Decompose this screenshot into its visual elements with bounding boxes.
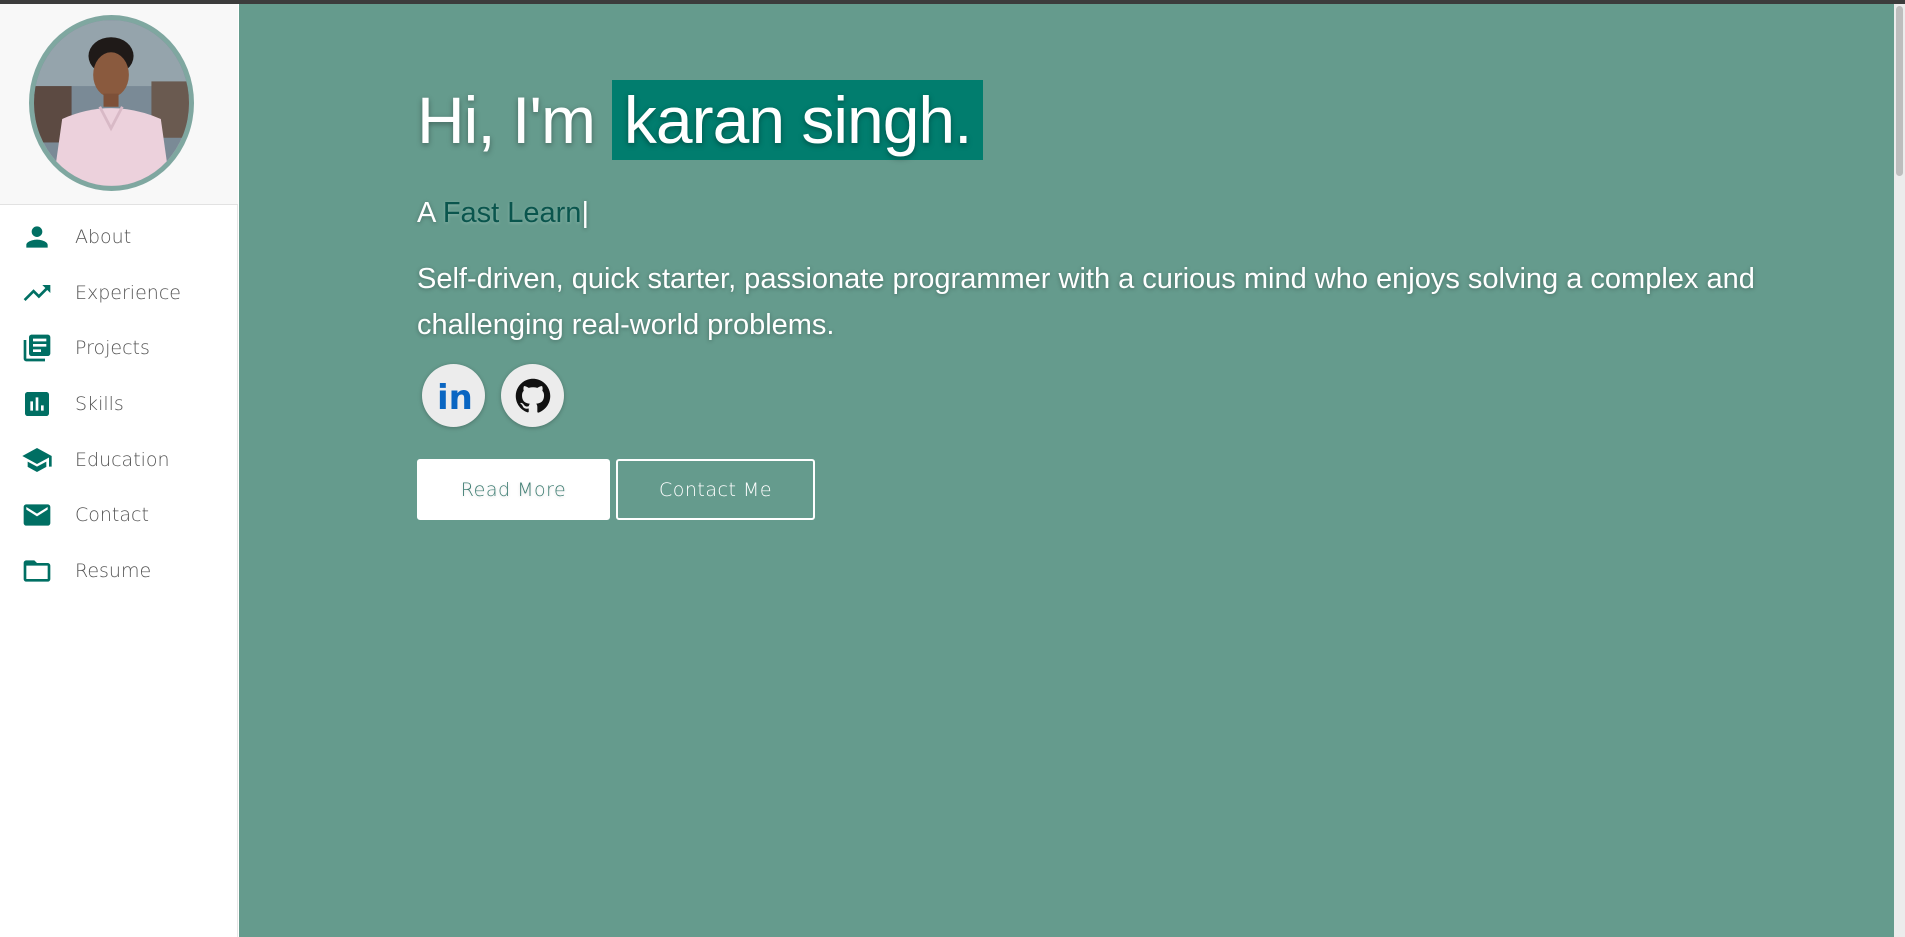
sidebar-nav: About Experience Projects Skills Educati… [0,209,237,599]
social-links: in [422,364,564,427]
tagline-prefix: A [417,197,435,229]
profile-photo [34,20,189,186]
hero-description: Self-driven, quick starter, passionate p… [417,263,1755,341]
window-top-border [0,0,1905,4]
person-icon [20,222,54,252]
hero-name: karan singh. [611,80,984,160]
avatar [29,15,194,191]
profile-header [0,4,238,205]
sidebar-item-experience[interactable]: Experience [0,265,237,321]
sidebar-item-label: Resume [75,559,152,582]
linkedin-icon: in [434,379,474,413]
hero-greeting: Hi, I'm [417,83,596,157]
scrollbar-thumb[interactable] [1896,6,1903,176]
sidebar-item-projects[interactable]: Projects [0,320,237,376]
github-button[interactable] [501,364,564,427]
sidebar-item-education[interactable]: Education [0,432,237,488]
sidebar-item-label: Contact [75,504,149,527]
sidebar-item-label: Skills [75,392,124,415]
sidebar: About Experience Projects Skills Educati… [0,4,238,937]
hero-tagline: A Fast Learn| [417,197,589,230]
school-icon [20,445,54,475]
sidebar-item-resume[interactable]: Resume [0,543,237,599]
hero-headline: Hi, I'm karan singh. [417,80,984,160]
linkedin-glyph: in [437,379,473,413]
sidebar-item-label: Education [75,448,170,471]
github-icon [515,378,551,414]
sidebar-item-label: Experience [75,281,181,304]
typing-cursor: | [581,197,589,229]
mail-icon [20,500,54,530]
page-scrollbar[interactable] [1894,4,1905,937]
hero-actions: Read More Contact Me [417,459,815,520]
sidebar-item-label: About [75,225,132,248]
bar-chart-icon [20,389,54,419]
sidebar-item-about[interactable]: About [0,209,237,265]
sidebar-item-skills[interactable]: Skills [0,376,237,432]
library-books-icon [20,333,54,363]
read-more-button[interactable]: Read More [417,459,610,520]
linkedin-button[interactable]: in [422,364,485,427]
contact-me-button[interactable]: Contact Me [616,459,815,520]
tagline-typed-text: Fast Learn [442,197,582,229]
folder-icon [20,556,54,586]
sidebar-item-contact[interactable]: Contact [0,487,237,543]
sidebar-item-label: Projects [75,337,150,360]
trending-up-icon [20,278,54,308]
